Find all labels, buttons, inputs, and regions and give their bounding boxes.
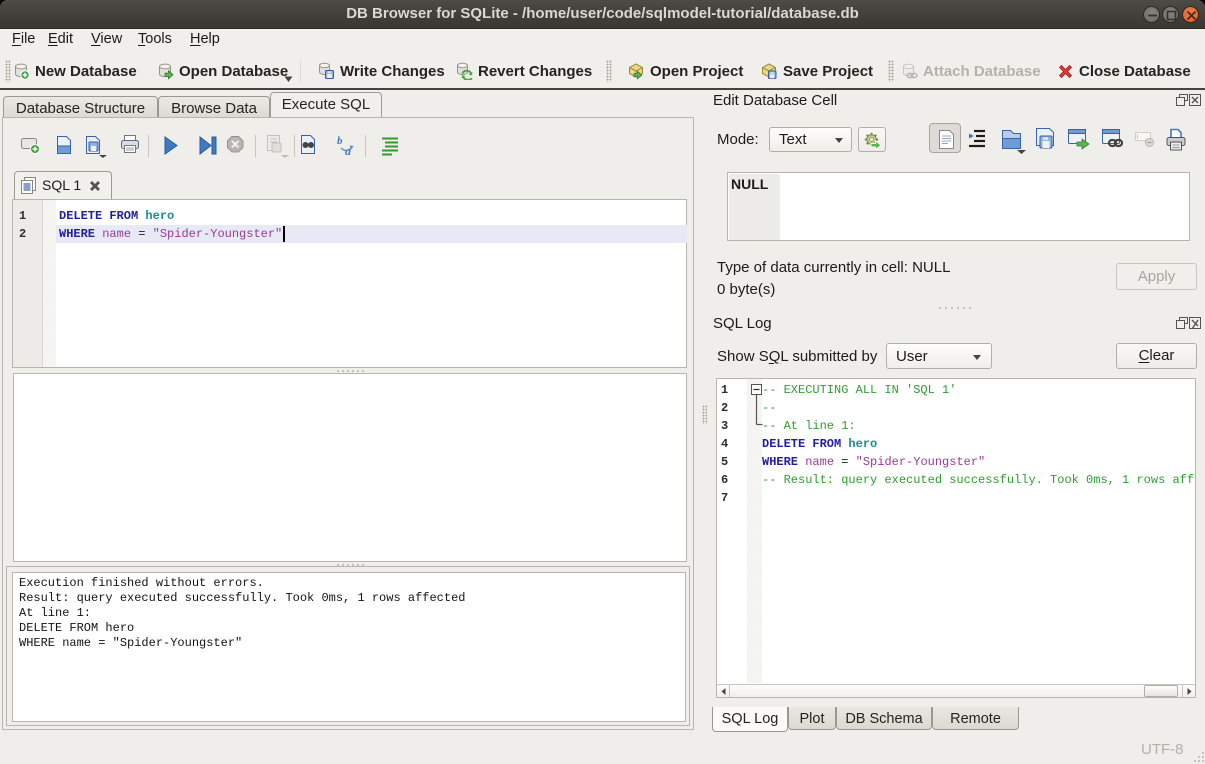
svg-text:a: a [345,144,351,158]
svg-text:b: b [337,135,343,147]
